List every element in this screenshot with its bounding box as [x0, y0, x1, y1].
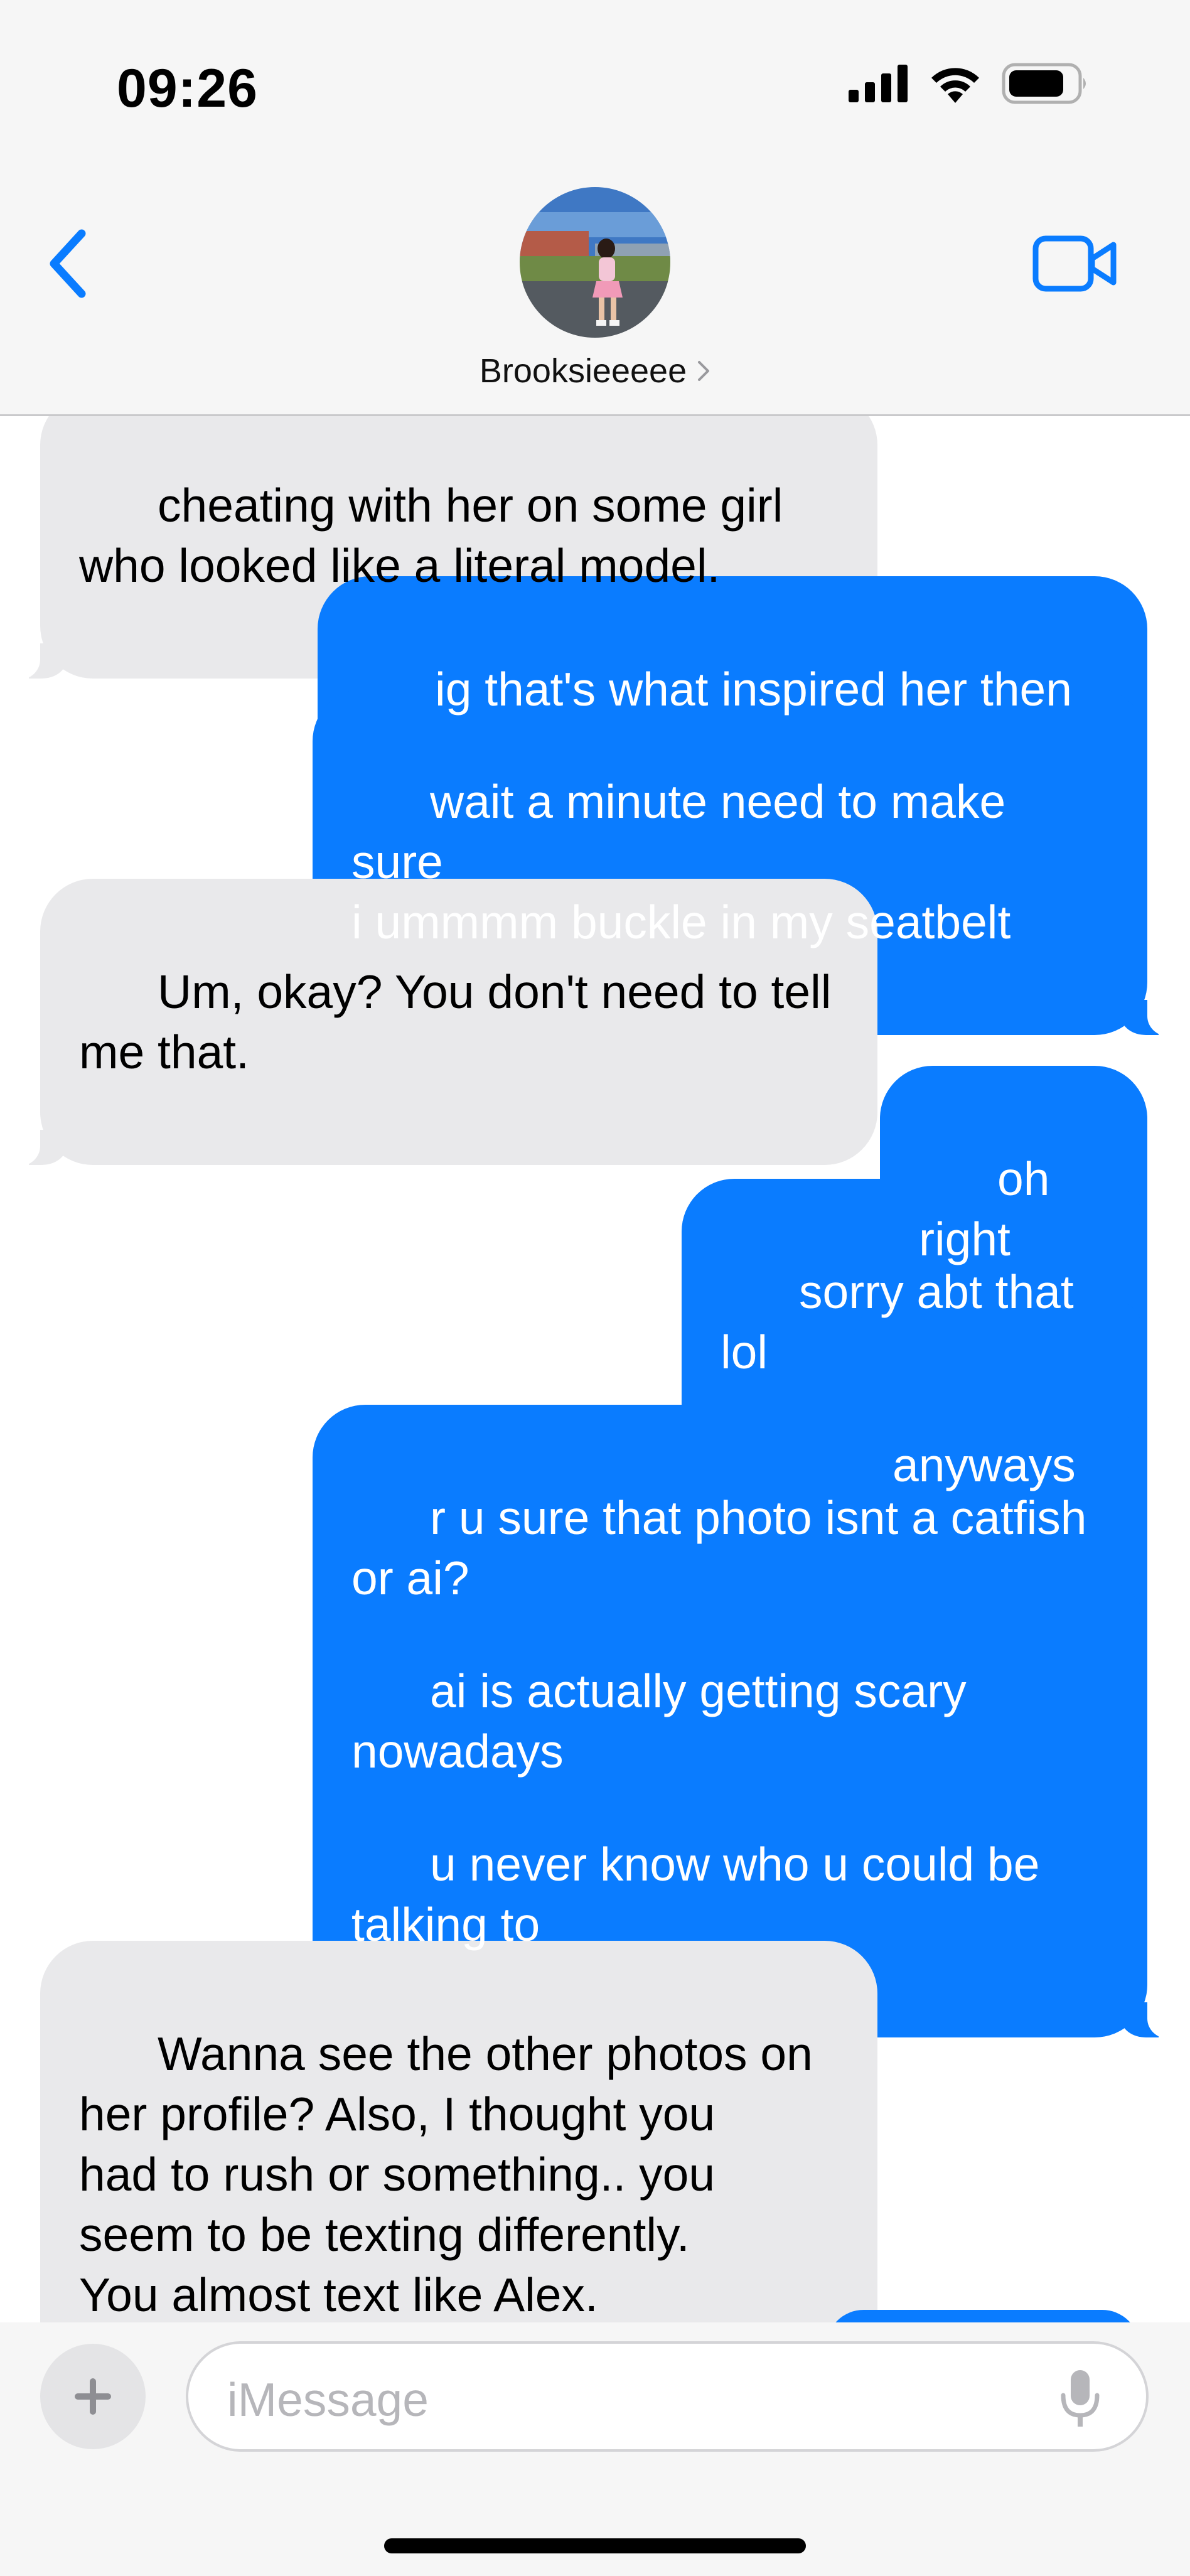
apps-plus-button[interactable] [40, 2344, 146, 2449]
video-camera-icon[interactable] [1032, 232, 1120, 295]
back-chevron-icon[interactable] [43, 226, 99, 301]
microphone-icon[interactable] [1058, 2368, 1102, 2430]
message-text: ig that's what inspired her then [435, 663, 1072, 716]
message-text: Wanna see the other photos on her profil… [79, 2027, 813, 2321]
message-input-field[interactable] [186, 2341, 1149, 2452]
chevron-right-icon [698, 361, 710, 381]
plus-icon [75, 2378, 111, 2415]
status-icons [849, 63, 1090, 104]
contact-name-button[interactable]: Brooksieeeee [0, 352, 1190, 390]
battery-icon [1002, 63, 1086, 104]
home-indicator[interactable] [384, 2538, 806, 2553]
contact-name: Brooksieeeee [479, 352, 687, 390]
message-text: Um, okay? You don't need to tell me that… [79, 965, 832, 1078]
status-time: 09:26 [117, 58, 258, 119]
message-input[interactable] [226, 2369, 1044, 2430]
conversation-header: 09:26 Brooksieeeee [0, 0, 1190, 416]
message-text: wait a minute need to make sure i ummmm … [351, 775, 1011, 948]
message-text: cheating with her on some girl who looke… [79, 479, 783, 592]
contact-avatar[interactable] [520, 187, 670, 338]
imessage-screen: cheating with her on some girl who looke… [0, 0, 1190, 2576]
avatar-photo [520, 187, 670, 338]
message-text: u never know who u could be talking to [351, 1838, 1040, 1951]
wifi-icon [931, 68, 979, 103]
cellular-signal-icon [849, 65, 908, 102]
message-text: anyways [893, 1439, 1076, 1491]
